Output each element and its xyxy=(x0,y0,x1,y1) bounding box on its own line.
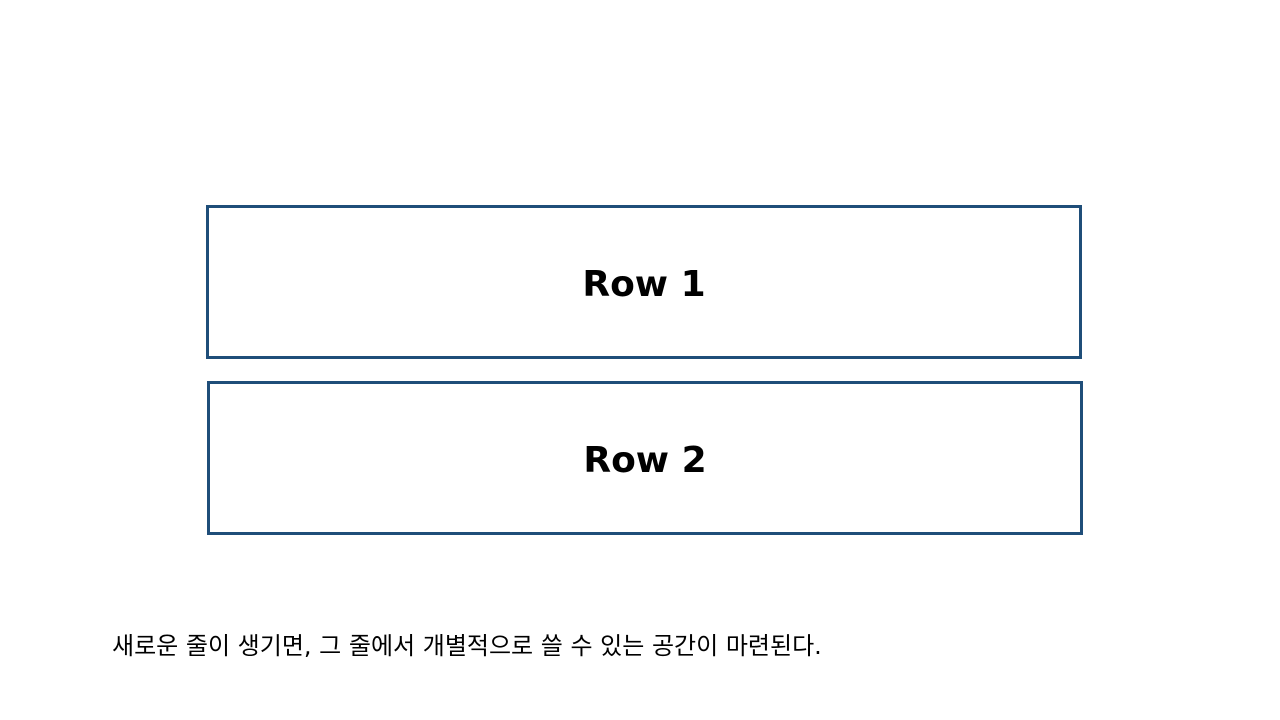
row-1-label: Row 1 xyxy=(582,263,706,305)
row-2-box: Row 2 xyxy=(207,381,1083,535)
row-1-box: Row 1 xyxy=(206,205,1082,359)
caption-text: 새로운 줄이 생기면, 그 줄에서 개별적으로 쓸 수 있는 공간이 마련된다. xyxy=(112,632,822,660)
row-2-label: Row 2 xyxy=(583,439,707,481)
